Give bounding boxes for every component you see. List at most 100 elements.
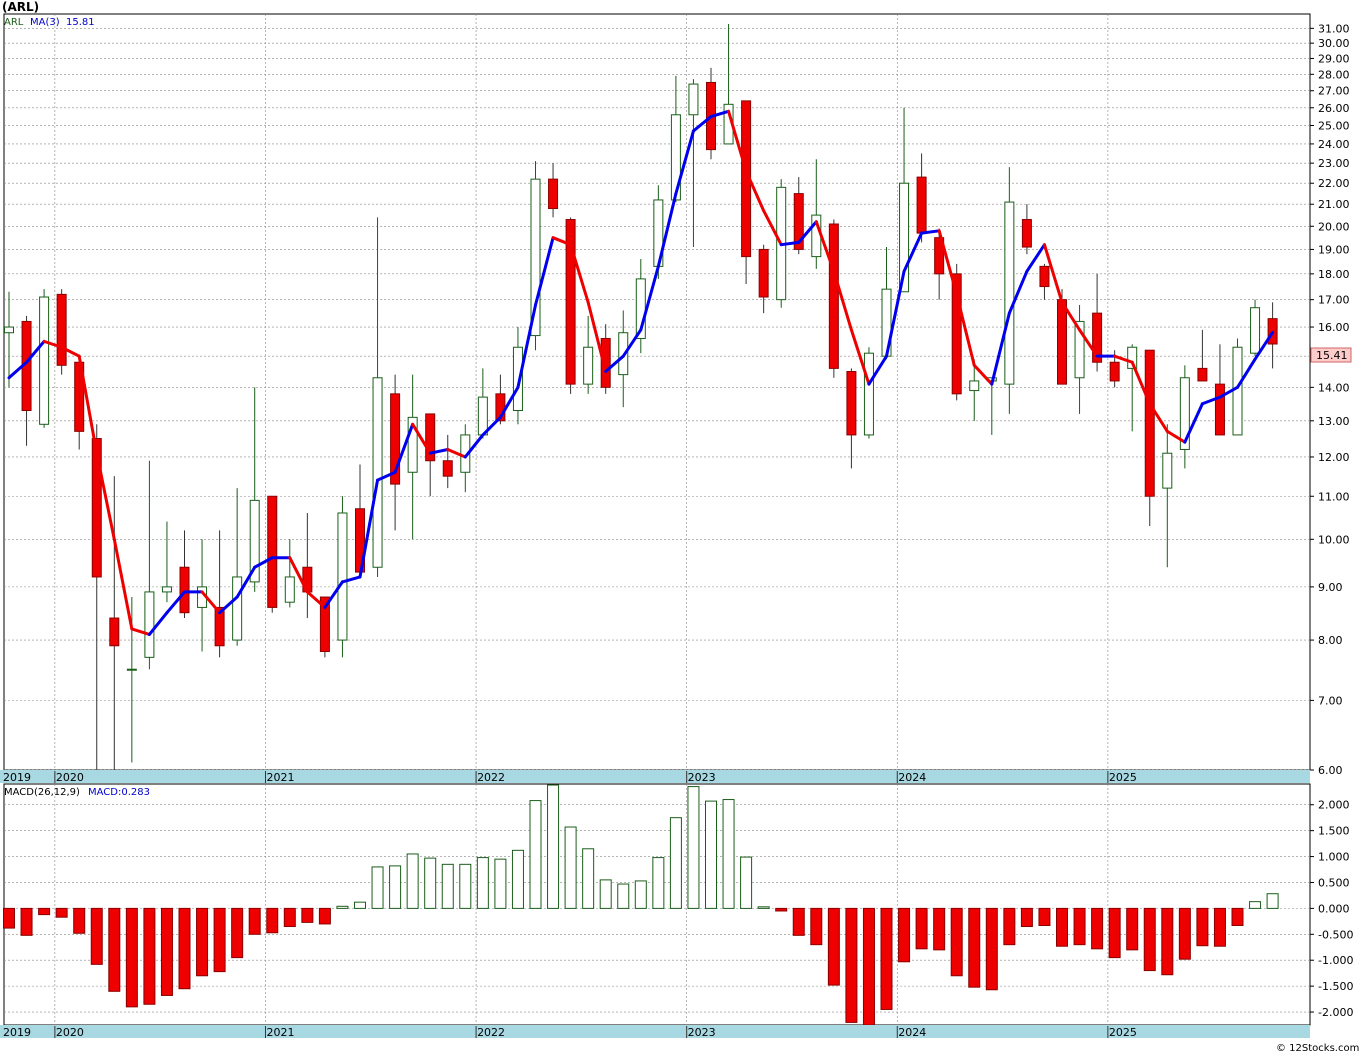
macd-bar-positive [669,817,682,909]
candle-up [337,496,348,658]
price-y-tick-label: 25.00 [1318,119,1350,132]
macd-bar-negative [775,907,788,912]
macd-bar-positive [1249,901,1262,909]
candle-body [1144,349,1155,497]
macd-bar-negative [108,907,121,992]
candle-body [1021,219,1032,248]
price-y-tick-label: 13.00 [1318,415,1350,428]
price-y-tick-label: 26.00 [1318,102,1350,115]
macd-bar-negative [933,907,946,951]
macd-bar-negative [1126,907,1139,951]
macd-bar-negative [810,907,823,946]
macd-y-tick-label: 2.000 [1318,799,1350,812]
price-y-tick-label: 12.00 [1318,451,1350,464]
macd-bar-negative [1178,907,1191,960]
macd-bar-negative [178,907,191,990]
candle-body [916,176,927,234]
candle-body [337,512,348,641]
macd-bar-positive [476,857,489,909]
candle-up [39,289,50,428]
macd-y-tick-label: 0.500 [1318,876,1350,889]
macd-bar-negative [160,907,173,996]
legend-symbol: ARL [4,17,24,28]
candle-body [144,591,155,658]
candle-body [1039,265,1050,288]
candle-body [477,396,488,436]
macd-bar-positive [687,786,700,909]
candle-body [232,576,243,641]
candle-body [1004,201,1015,385]
price-y-tick-label: 21.00 [1318,198,1350,211]
price-y-tick-label: 19.00 [1318,243,1350,256]
macd-bar-negative [196,907,209,977]
price-y-tick-label: 18.00 [1318,268,1350,281]
macd-bar-positive [652,857,665,909]
macd-bar-positive [757,906,770,909]
candle-body [161,586,172,593]
macd-y-tick-label: -1.500 [1318,980,1353,993]
macd-bar-negative [968,907,981,988]
candle-up [1004,167,1015,414]
price-y-tick-label: 11.00 [1318,490,1350,503]
macd-bar-positive [634,880,647,909]
candle-body [126,668,137,671]
price-y-tick-label: 23.00 [1318,157,1350,170]
year-label: 2019 [3,771,31,784]
candle-body [4,326,14,334]
macd-label: MACD(26,12,9) [4,787,80,798]
price-y-tick-label: 9.00 [1318,581,1343,594]
candle-body [284,576,295,603]
macd-bar-negative [827,907,840,986]
macd-value: MACD:0.283 [88,787,150,798]
candle-body [267,495,278,608]
macd-bar-negative [1231,907,1244,926]
candle-body [583,346,594,385]
macd-bar-positive [547,784,560,909]
macd-bar-positive [722,799,735,909]
macd-y-tick-label: 1.000 [1318,851,1350,864]
candle-body [969,380,980,392]
price-y-tick-label: 7.00 [1318,694,1343,707]
macd-bar-negative [985,907,998,991]
macd-bar-negative [880,907,893,1010]
macd-bar-positive [354,901,366,909]
macd-bar-negative [1020,907,1033,928]
year-label: 2024 [898,771,926,784]
candle-down [56,289,67,375]
macd-y-tick-label: -2.000 [1318,1006,1353,1019]
macd-bar-positive [336,905,349,909]
macd-bar-positive [459,863,472,909]
macd-bar-positive [389,865,402,909]
macd-bar-negative [1038,907,1051,926]
candle-body [846,370,857,436]
price-y-tick-label: 17.00 [1318,294,1350,307]
year-label: 2025 [1109,1026,1137,1039]
candle-down [741,100,752,284]
legend-ma-value: 15.81 [66,17,95,28]
candle-up [1250,299,1261,357]
last-price-tag: 15.41 [1310,347,1352,363]
macd-bar-negative [20,907,33,936]
macd-bar-negative [845,907,858,1023]
price-y-tick-label: 30.00 [1318,37,1350,50]
year-label: 2022 [477,771,505,784]
candle-up [863,347,874,439]
candle-body [109,617,120,647]
macd-bar-negative [1108,907,1121,959]
macd-bar-negative [283,907,296,928]
macd-bar-negative [213,907,226,973]
candle-down [828,219,839,378]
macd-bar-negative [898,907,911,963]
year-label: 2022 [477,1026,505,1039]
price-y-tick-label: 28.00 [1318,68,1350,81]
candle-body [548,178,559,210]
macd-bar-negative [1003,907,1016,946]
price-y-tick-label: 27.00 [1318,85,1350,98]
macd-bar-negative [143,907,156,1005]
macd-bar-positive [705,800,717,909]
macd-bar-negative [1161,907,1174,976]
candle-body [1250,307,1261,354]
candle-body [179,566,190,614]
macd-bar-negative [301,907,314,923]
candle-body [1057,299,1067,385]
